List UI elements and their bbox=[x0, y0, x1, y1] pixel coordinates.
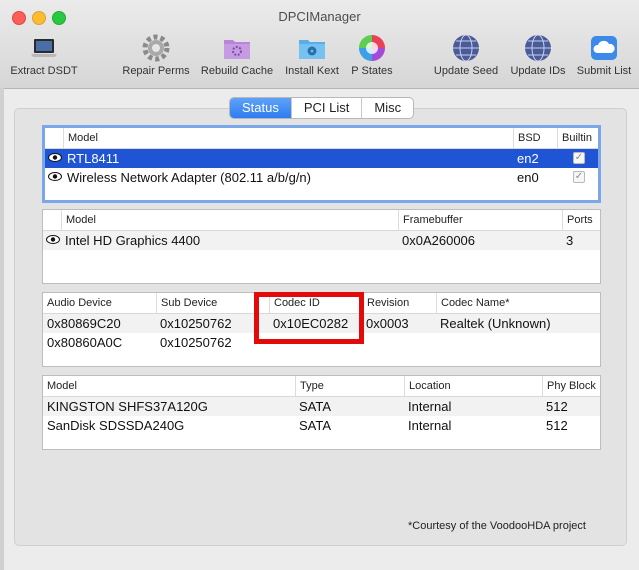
storage-table[interactable]: Model Type Location Phy Block KINGSTON S… bbox=[42, 375, 601, 450]
column-ports[interactable]: Ports bbox=[562, 210, 600, 230]
rebuild-cache-label: Rebuild Cache bbox=[200, 65, 274, 77]
storage-type: SATA bbox=[299, 399, 332, 414]
tab-status[interactable]: Status bbox=[230, 98, 291, 118]
table-row[interactable]: KINGSTON SHFS37A120G SATA Internal 512 bbox=[43, 397, 600, 416]
titlebar: DPCIManager Extract DSDT Repair Perms Re… bbox=[0, 0, 639, 89]
eye-column-header bbox=[45, 128, 63, 148]
table-row[interactable]: Intel HD Graphics 4400 0x0A260006 3 bbox=[43, 231, 600, 250]
graphics-model: Intel HD Graphics 4400 bbox=[65, 233, 201, 248]
storage-block: 512 bbox=[546, 399, 568, 414]
audio-revision: 0x0003 bbox=[366, 316, 409, 331]
update-seed-label: Update Seed bbox=[433, 65, 499, 77]
audio-sub-device: 0x10250762 bbox=[160, 335, 232, 350]
update-ids-label: Update IDs bbox=[510, 65, 566, 77]
install-kext-button[interactable]: Install Kext bbox=[280, 32, 344, 84]
column-location[interactable]: Location bbox=[404, 376, 542, 396]
network-bsd: en0 bbox=[517, 170, 539, 185]
table-row[interactable]: RTL8411 en2 ✓ bbox=[45, 149, 598, 168]
audio-device: 0x80869C20 bbox=[47, 316, 121, 331]
column-type[interactable]: Type bbox=[295, 376, 404, 396]
column-bsd[interactable]: BSD bbox=[513, 128, 557, 148]
builtin-checkbox[interactable]: ✓ bbox=[573, 171, 585, 183]
rebuild-cache-button[interactable]: Rebuild Cache bbox=[196, 32, 278, 84]
storage-header: Model Type Location Phy Block bbox=[43, 376, 600, 397]
storage-location: Internal bbox=[408, 418, 452, 433]
column-framebuffer[interactable]: Framebuffer bbox=[398, 210, 562, 230]
submit-list-button[interactable]: Submit List bbox=[572, 32, 636, 84]
window-edge bbox=[0, 88, 4, 570]
audio-codec-name bbox=[436, 333, 440, 352]
column-sub-device[interactable]: Sub Device bbox=[156, 293, 269, 313]
graphics-header: Model Framebuffer Ports bbox=[43, 210, 600, 231]
column-audio-device[interactable]: Audio Device bbox=[43, 293, 156, 313]
eye-icon[interactable] bbox=[48, 153, 62, 162]
repair-perms-label: Repair Perms bbox=[122, 65, 190, 77]
globe-icon bbox=[453, 34, 479, 62]
p-states-button[interactable]: P States bbox=[340, 32, 404, 84]
column-model[interactable]: Model bbox=[63, 128, 513, 148]
gear-icon bbox=[142, 34, 170, 62]
storage-model: SanDisk SDSSDA240G bbox=[47, 418, 185, 433]
storage-block: 512 bbox=[546, 418, 568, 433]
column-model[interactable]: Model bbox=[61, 210, 398, 230]
builtin-checkbox[interactable]: ✓ bbox=[573, 152, 585, 164]
graphics-table[interactable]: Model Framebuffer Ports Intel HD Graphic… bbox=[42, 209, 601, 284]
folder-gear-icon bbox=[224, 40, 250, 59]
column-builtin[interactable]: Builtin bbox=[557, 128, 598, 148]
column-revision[interactable]: Revision bbox=[362, 293, 436, 313]
audio-sub-device: 0x10250762 bbox=[160, 316, 232, 331]
graphics-framebuffer: 0x0A260006 bbox=[402, 233, 476, 248]
graphics-ports: 3 bbox=[566, 233, 574, 248]
laptop-icon bbox=[31, 39, 57, 57]
window-title: DPCIManager bbox=[278, 9, 361, 24]
storage-location: Internal bbox=[408, 399, 452, 414]
network-model: RTL8411 bbox=[67, 151, 120, 166]
install-kext-label: Install Kext bbox=[285, 65, 339, 77]
table-row[interactable]: Wireless Network Adapter (802.11 a/b/g/n… bbox=[45, 168, 598, 187]
p-states-label: P States bbox=[351, 65, 393, 77]
footnote: *Courtesy of the VoodooHDA project bbox=[408, 520, 586, 532]
update-ids-button[interactable]: Update IDs bbox=[504, 32, 572, 84]
network-table[interactable]: Model BSD Builtin RTL8411 en2 ✓ Wireless… bbox=[42, 125, 601, 203]
extract-dsdt-label: Extract DSDT bbox=[10, 65, 78, 77]
tab-pci-list[interactable]: PCI List bbox=[290, 98, 362, 118]
eye-icon[interactable] bbox=[48, 172, 62, 181]
tab-bar: Status PCI List Misc bbox=[229, 97, 415, 119]
table-row-empty bbox=[43, 250, 600, 269]
eye-column-header bbox=[43, 210, 61, 230]
storage-model: KINGSTON SHFS37A120G bbox=[47, 399, 208, 414]
tab-misc[interactable]: Misc bbox=[361, 98, 413, 118]
update-seed-button[interactable]: Update Seed bbox=[428, 32, 504, 84]
column-codec-name[interactable]: Codec Name* bbox=[436, 293, 600, 313]
folder-radiation-icon bbox=[299, 40, 325, 59]
submit-list-label: Submit List bbox=[576, 65, 632, 77]
extract-dsdt-button[interactable]: Extract DSDT bbox=[4, 32, 84, 84]
audio-codec-name: Realtek (Unknown) bbox=[440, 316, 551, 331]
table-row[interactable]: SanDisk SDSSDA240G SATA Internal 512 bbox=[43, 416, 600, 435]
network-bsd: en2 bbox=[517, 151, 539, 166]
repair-perms-button[interactable]: Repair Perms bbox=[116, 32, 196, 84]
color-wheel-icon bbox=[359, 35, 385, 61]
globe-icon bbox=[525, 34, 551, 62]
storage-type: SATA bbox=[299, 418, 332, 433]
audio-device: 0x80860A0C bbox=[47, 335, 123, 350]
dpcimanager-window: DPCIManager Extract DSDT Repair Perms Re… bbox=[0, 0, 639, 570]
column-phy-block[interactable]: Phy Block bbox=[542, 376, 600, 396]
network-model: Wireless Network Adapter (802.11 a/b/g/n… bbox=[67, 170, 311, 185]
cloud-icon bbox=[591, 36, 617, 60]
column-model[interactable]: Model bbox=[43, 376, 295, 396]
network-header: Model BSD Builtin bbox=[45, 128, 598, 149]
codec-id-highlight-box bbox=[254, 292, 364, 344]
eye-icon[interactable] bbox=[46, 235, 60, 244]
